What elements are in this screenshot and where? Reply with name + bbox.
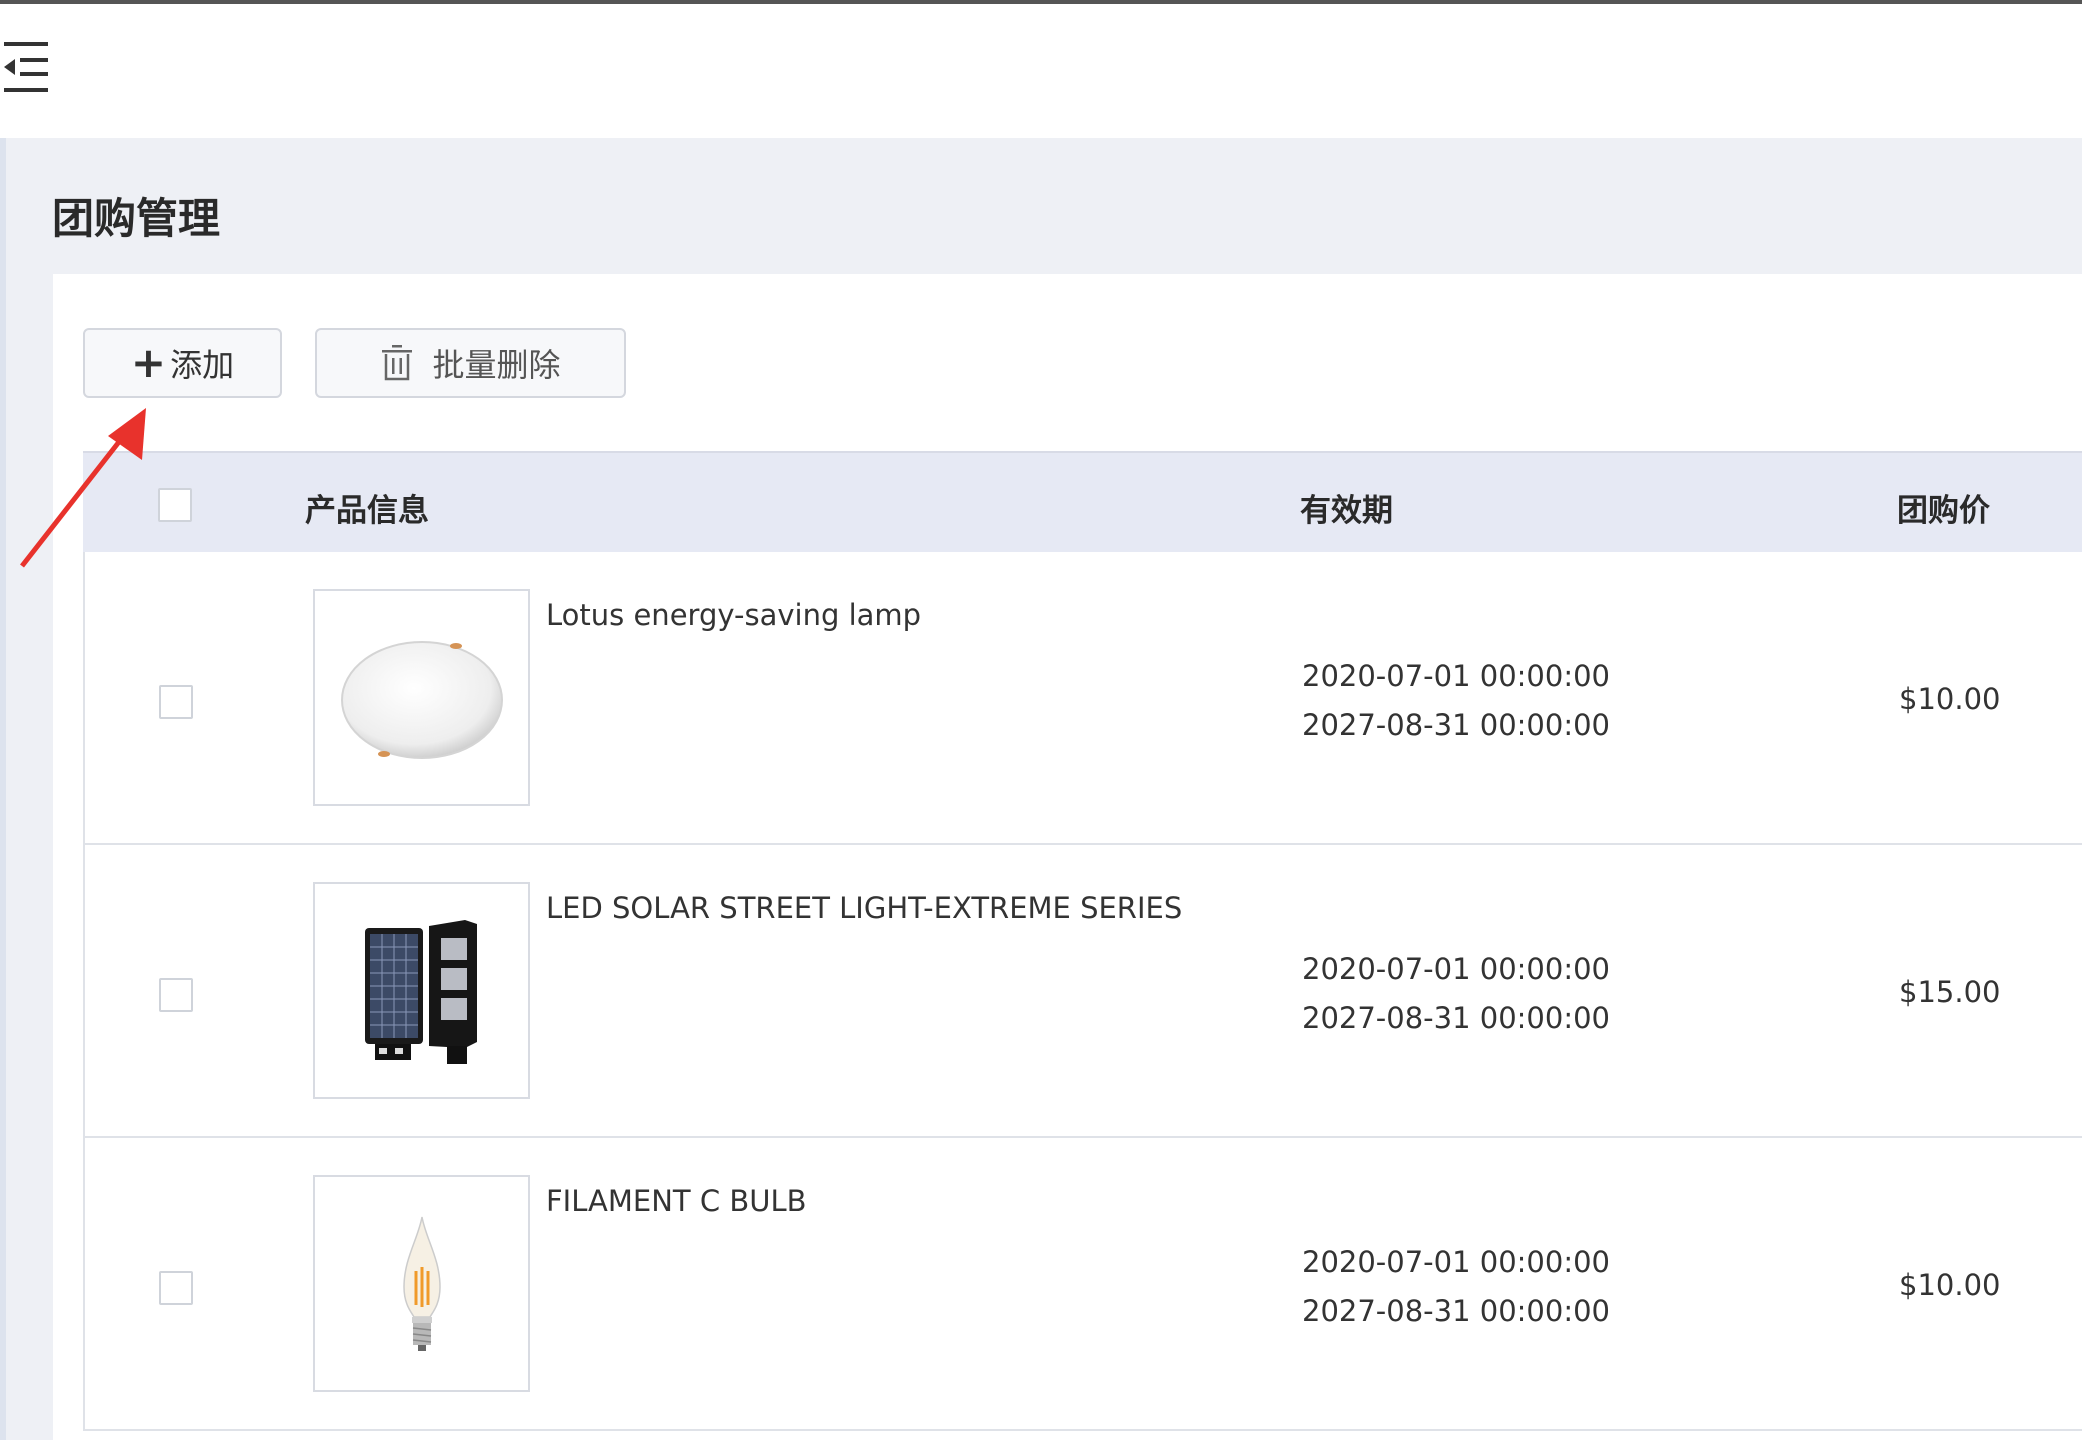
- table-header: 产品信息 有效期 团购价: [83, 451, 2082, 552]
- row-checkbox[interactable]: [159, 685, 193, 719]
- validity-start: 2020-07-01 00:00:00: [1302, 1245, 1610, 1279]
- validity-period: 2020-07-01 00:00:00 2027-08-31 00:00:00: [1302, 652, 1610, 750]
- header-validity: 有效期: [1300, 493, 1393, 529]
- validity-period: 2020-07-01 00:00:00 2027-08-31 00:00:00: [1302, 945, 1610, 1043]
- filament-candle-bulb-image: [402, 1216, 441, 1351]
- product-name[interactable]: LED SOLAR STREET LIGHT-EXTREME SERIES: [546, 891, 1182, 925]
- validity-end: 2027-08-31 00:00:00: [1302, 708, 1610, 742]
- solar-street-light-image: [364, 919, 477, 1064]
- trash-icon: [382, 345, 413, 381]
- row-checkbox[interactable]: [159, 978, 193, 1012]
- batch-delete-button[interactable]: 批量删除: [315, 328, 626, 398]
- validity-start: 2020-07-01 00:00:00: [1302, 952, 1610, 986]
- group-price: $10.00: [1899, 1268, 2001, 1302]
- row-checkbox[interactable]: [159, 1271, 193, 1305]
- batch-delete-label: 批量删除: [432, 346, 561, 384]
- product-thumbnail[interactable]: [313, 589, 530, 806]
- top-bar: [0, 4, 2082, 138]
- header-product-info: 产品信息: [305, 493, 429, 529]
- group-price: $15.00: [1899, 975, 2001, 1009]
- product-name[interactable]: Lotus energy-saving lamp: [546, 598, 921, 632]
- header-group-price: 团购价: [1897, 493, 1990, 529]
- product-name[interactable]: FILAMENT C BULB: [546, 1184, 807, 1218]
- validity-end: 2027-08-31 00:00:00: [1302, 1294, 1610, 1328]
- table-row: FILAMENT C BULB 2020-07-01 00:00:00 2027…: [83, 1138, 2082, 1431]
- round-led-panel-lamp-image: [340, 640, 503, 759]
- table-row: LED SOLAR STREET LIGHT-EXTREME SERIES 20…: [83, 845, 2082, 1138]
- product-thumbnail[interactable]: [313, 1175, 530, 1392]
- product-thumbnail[interactable]: [313, 882, 530, 1099]
- validity-period: 2020-07-01 00:00:00 2027-08-31 00:00:00: [1302, 1238, 1610, 1336]
- validity-start: 2020-07-01 00:00:00: [1302, 659, 1610, 693]
- table-row: Lotus energy-saving lamp 2020-07-01 00:0…: [83, 552, 2082, 845]
- validity-end: 2027-08-31 00:00:00: [1302, 1001, 1610, 1035]
- group-price: $10.00: [1899, 682, 2001, 716]
- annotation-arrow-icon: [20, 408, 146, 568]
